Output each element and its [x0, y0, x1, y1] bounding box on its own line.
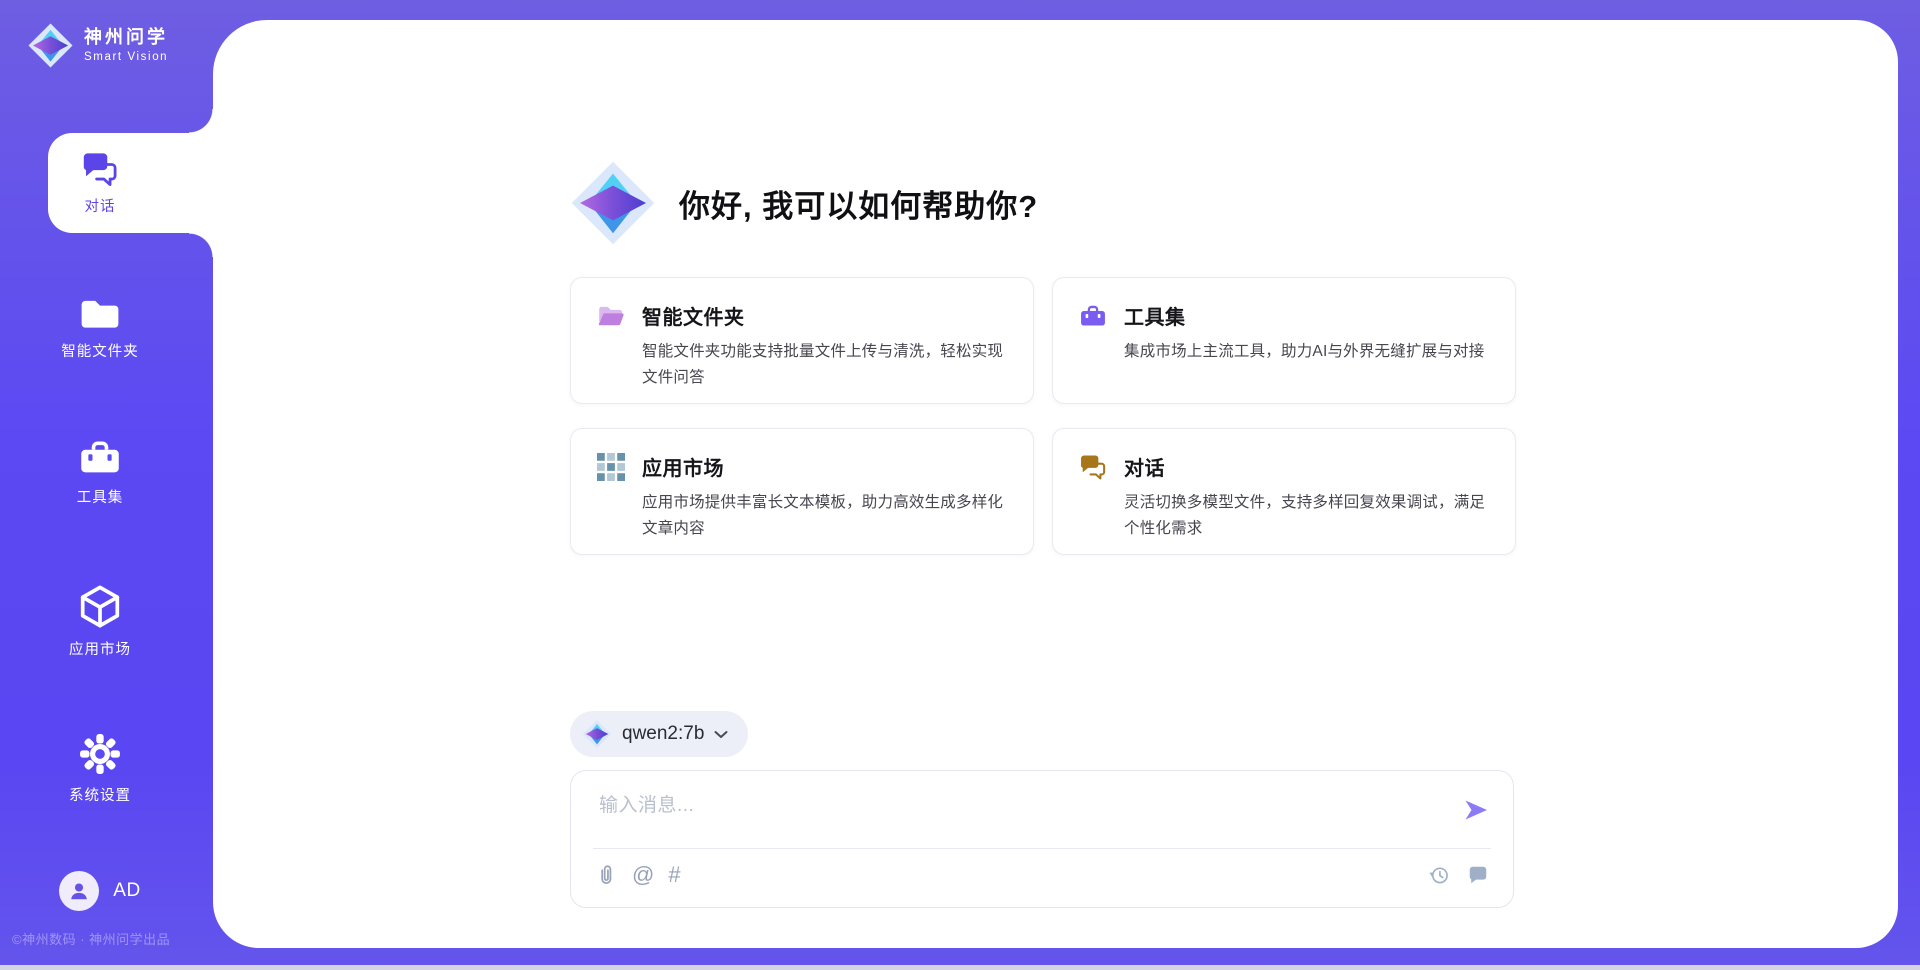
diamond-logo-icon	[569, 159, 657, 247]
model-name: qwen2:7b	[622, 723, 704, 745]
feature-cards: 智能文件夹 智能文件夹功能支持批量文件上传与清洗，轻松实现文件问答 工具集 集成…	[570, 277, 1516, 555]
sidebar-item-chat[interactable]: 对话	[48, 133, 213, 233]
app-logo: 神州问学 Smart Vision	[27, 22, 168, 69]
diamond-logo-icon	[27, 22, 74, 69]
cube-icon	[79, 584, 121, 629]
card-title: 工具集	[1124, 301, 1186, 330]
card-app-market[interactable]: 应用市场 应用市场提供丰富长文本模板，助力高效生成多样化文章内容	[570, 428, 1034, 555]
model-selector[interactable]: qwen2:7b	[570, 711, 748, 757]
mention-icon[interactable]: @	[632, 863, 654, 886]
grid-icon	[597, 453, 625, 481]
greeting-text: 你好, 我可以如何帮助你?	[679, 181, 1038, 226]
card-description: 集成市场上主流工具，助力AI与外界无缝扩展与对接	[1124, 339, 1489, 365]
card-smart-folder[interactable]: 智能文件夹 智能文件夹功能支持批量文件上传与清洗，轻松实现文件问答	[570, 277, 1034, 404]
chevron-down-icon	[714, 730, 728, 739]
folder-icon	[79, 297, 121, 331]
card-title: 应用市场	[642, 452, 724, 481]
active-item-fillet-bottom	[189, 233, 213, 257]
greeting-row: 你好, 我可以如何帮助你?	[569, 159, 1038, 247]
composer-divider	[593, 848, 1491, 849]
briefcase-icon	[1079, 302, 1107, 330]
main-content-panel: 你好, 我可以如何帮助你? 智能文件夹 智能文件夹功能支持批量文件上传与清洗，轻…	[213, 20, 1898, 948]
sidebar-item-settings[interactable]: 系统设置	[6, 733, 194, 805]
chat-icon	[1079, 453, 1107, 481]
card-toolset[interactable]: 工具集 集成市场上主流工具，助力AI与外界无缝扩展与对接	[1052, 277, 1516, 404]
app-subtitle: Smart Vision	[84, 51, 168, 63]
sidebar-item-toolset[interactable]: 工具集	[6, 438, 194, 507]
paperclip-icon[interactable]	[595, 863, 618, 886]
history-icon[interactable]	[1428, 864, 1450, 886]
briefcase-icon	[78, 438, 122, 477]
card-description: 智能文件夹功能支持批量文件上传与清洗，轻松实现文件问答	[642, 339, 1007, 390]
active-item-fillet-top	[189, 109, 213, 133]
chat-bubble-icon[interactable]	[1467, 864, 1489, 886]
card-chat[interactable]: 对话 灵活切换多模型文件，支持多样回复效果调试，满足个性化需求	[1052, 428, 1516, 555]
message-composer: @ #	[570, 770, 1514, 908]
send-icon[interactable]	[1462, 796, 1490, 824]
card-description: 灵活切换多模型文件，支持多样回复效果调试，满足个性化需求	[1124, 490, 1489, 541]
sidebar-item-app-market[interactable]: 应用市场	[6, 584, 194, 659]
sidebar-item-label: 对话	[85, 195, 116, 216]
user-profile[interactable]: AD	[6, 871, 194, 911]
sidebar-item-smart-folder[interactable]: 智能文件夹	[6, 297, 194, 361]
sidebar-item-label: 应用市场	[69, 638, 131, 659]
chat-icon	[81, 150, 119, 188]
gear-icon	[79, 733, 121, 775]
footer-copyright: ©神州数码 · 神州问学出品	[12, 929, 170, 948]
card-title: 智能文件夹	[642, 301, 745, 330]
sidebar: 神州问学 Smart Vision 对话 智能文件夹 工具集 应用市场	[0, 0, 213, 970]
card-description: 应用市场提供丰富长文本模板，助力高效生成多样化文章内容	[642, 490, 1007, 541]
diamond-logo-icon	[582, 719, 612, 749]
card-title: 对话	[1124, 452, 1165, 481]
user-initials: AD	[113, 880, 140, 902]
avatar	[59, 871, 99, 911]
sidebar-item-label: 系统设置	[69, 784, 131, 805]
app-title: 神州问学	[84, 28, 168, 48]
sidebar-item-label: 智能文件夹	[61, 340, 139, 361]
hash-icon[interactable]: #	[668, 863, 680, 886]
open-folder-icon	[597, 302, 625, 330]
sidebar-item-label: 工具集	[77, 486, 124, 507]
message-input[interactable]	[597, 789, 1431, 823]
window-bottom-edge	[0, 965, 1920, 970]
